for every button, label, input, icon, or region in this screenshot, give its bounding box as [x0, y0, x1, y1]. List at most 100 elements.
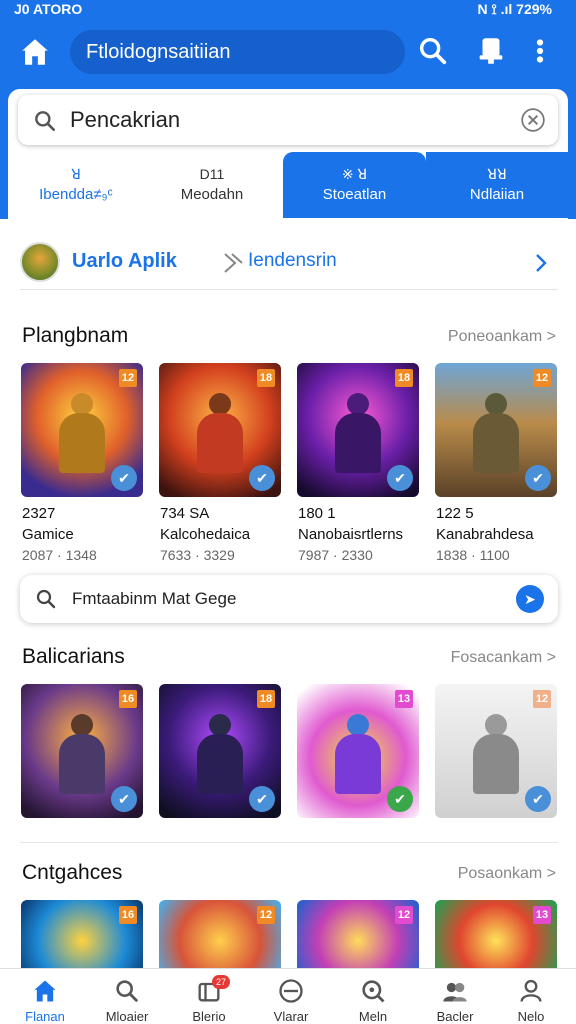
notification-badge: 27: [212, 975, 230, 989]
section-2-title: Balicarians: [22, 645, 125, 668]
person-icon: [520, 979, 542, 1002]
section-3-more-link[interactable]: Posaonkam >: [458, 865, 556, 883]
clear-icon[interactable]: [520, 107, 546, 133]
game-card[interactable]: 16: [21, 900, 143, 968]
age-rating-badge: 18: [257, 369, 275, 387]
recommend-subtitle: Iendensrin: [248, 250, 337, 271]
game-card[interactable]: 13 ✔: [297, 684, 419, 818]
search-query: Pencakrian: [70, 107, 181, 132]
game-card[interactable]: 12: [159, 900, 281, 968]
age-rating-badge: 13: [395, 690, 413, 708]
trend-icon: [224, 253, 243, 273]
bottom-nav: Flanan Mloaier 27 Blerio Vlarar Meln Bac…: [0, 968, 576, 1024]
nav-library[interactable]: 27 Blerio: [168, 969, 250, 1024]
game-card[interactable]: 12 ✔: [435, 684, 557, 818]
device-icon[interactable]: [474, 34, 508, 68]
promo-text: Fmtaabinm Mat Gege: [72, 589, 237, 608]
section-2-more-link[interactable]: Fosacankam >: [451, 649, 556, 667]
people-icon: [443, 982, 467, 1002]
card-meta: 122 5 Kanabrahdesa 1838 · 1100: [436, 503, 556, 566]
card-meta-line1: 122 5: [436, 505, 474, 522]
nav-friends[interactable]: Bacler: [414, 969, 496, 1024]
card-meta-line3: 7633 · 3329: [160, 547, 235, 563]
nav-home[interactable]: Flanan: [4, 969, 86, 1024]
tab-4-icon: ꓤꓤ: [487, 166, 507, 182]
search-icon: [35, 111, 55, 131]
age-rating-badge: 16: [119, 906, 137, 924]
card-meta-line2: Kanabrahdesa: [436, 526, 534, 543]
nav-label: Meln: [358, 1009, 388, 1024]
card-meta-line1: 2327: [22, 505, 56, 522]
check-icon: ✔: [111, 465, 137, 491]
check-icon: ✔: [249, 465, 275, 491]
age-rating-badge: 12: [533, 690, 551, 708]
card-meta-line3: 7987 · 2330: [298, 547, 373, 563]
tab-4[interactable]: ꓤꓤ Ndlaiian: [426, 152, 568, 218]
nav-label: Nelo: [517, 1009, 545, 1024]
status-bar: J0 ATORO N ⟟ .ıl 729%: [0, 0, 576, 20]
status-indicators: N ⟟ .ıl 729%: [477, 1, 552, 17]
nav-label: Blerio: [192, 1009, 226, 1024]
age-rating-badge: 16: [119, 690, 137, 708]
card-meta: 180 1 Nanobaisrtlerns 7987 · 2330: [298, 503, 438, 566]
section-1-more-link[interactable]: Poneoankam >: [448, 328, 556, 346]
age-rating-badge: 18: [395, 369, 413, 387]
nav-label: Bacler: [436, 1009, 474, 1024]
card-meta-line3: 1838 · 1100: [436, 547, 510, 563]
tab-3-icon: ※ ꓤ: [341, 166, 368, 182]
game-card[interactable]: 13: [435, 900, 557, 968]
age-rating-badge: 12: [257, 906, 275, 924]
game-card[interactable]: 12 ✔: [435, 363, 557, 497]
age-rating-badge: 13: [533, 906, 551, 924]
tab-2-icon: D11: [199, 166, 225, 182]
check-icon: ✔: [387, 465, 413, 491]
app-title[interactable]: Ftloidognsaitiian: [70, 30, 405, 74]
home-icon[interactable]: [18, 35, 52, 69]
age-rating-badge: 12: [533, 369, 551, 387]
tab-1-icon: ꓤ: [71, 166, 81, 182]
card-meta-line2: Gamice: [22, 526, 74, 543]
check-icon: ✔: [525, 786, 551, 812]
card-meta-line2: Kalcohedaica: [160, 526, 251, 543]
game-card[interactable]: 18 ✔: [159, 363, 281, 497]
recommend-row[interactable]: Uarlo Aplik Iendensrin: [20, 238, 558, 290]
home-icon: [34, 980, 56, 1002]
age-rating-badge: 12: [395, 906, 413, 924]
promo-search-bar[interactable]: Fmtaabinm Mat Gege ➤: [20, 575, 558, 623]
game-card[interactable]: 18 ✔: [159, 684, 281, 818]
nav-explore[interactable]: Vlarar: [250, 969, 332, 1024]
tab-3-label: Stoeatlan: [322, 186, 387, 203]
zoom-icon: [362, 980, 385, 1003]
game-card[interactable]: 16 ✔: [21, 684, 143, 818]
card-meta-line2: Nanobaisrtlerns: [298, 526, 404, 543]
section-1-title: Plangbnam: [22, 324, 129, 347]
nav-profile[interactable]: Nelo: [490, 969, 572, 1024]
recommend-title: Uarlo Aplik: [72, 250, 177, 272]
nav-label: Mloaier: [105, 1009, 149, 1024]
game-card[interactable]: 12: [297, 900, 419, 968]
card-meta-line1: 734 SA: [160, 505, 210, 522]
tab-2[interactable]: D11 Meodahn: [144, 152, 280, 218]
nav-search[interactable]: Mloaier: [86, 969, 168, 1024]
game-card[interactable]: 18 ✔: [297, 363, 419, 497]
nav-label: Flanan: [25, 1009, 65, 1024]
card-meta: 734 SA Kalcohedaica 7633 · 3329: [160, 503, 300, 566]
search-icon: [36, 589, 56, 609]
nav-find[interactable]: Meln: [332, 969, 414, 1024]
send-icon[interactable]: ➤: [516, 585, 544, 613]
compass-icon: [279, 979, 303, 1003]
status-time: J0 ATORO: [14, 1, 83, 17]
chevron-right-icon: [536, 254, 547, 272]
game-card[interactable]: 12 ✔: [21, 363, 143, 497]
more-vert-icon[interactable]: [530, 34, 550, 68]
tab-4-label: Ndlaiian: [469, 186, 525, 203]
tab-3[interactable]: ※ ꓤ Stoeatlan: [283, 152, 426, 218]
search-input[interactable]: Pencakrian: [18, 95, 558, 145]
tab-1-label: Ibendda≠₉ᶜ: [39, 186, 113, 203]
age-rating-badge: 18: [257, 690, 275, 708]
search-icon: [116, 980, 138, 1002]
check-icon: ✔: [249, 786, 275, 812]
tab-1[interactable]: ꓤ Ibendda≠₉ᶜ: [8, 152, 144, 218]
search-icon[interactable]: [416, 34, 450, 68]
check-icon: ✔: [525, 465, 551, 491]
